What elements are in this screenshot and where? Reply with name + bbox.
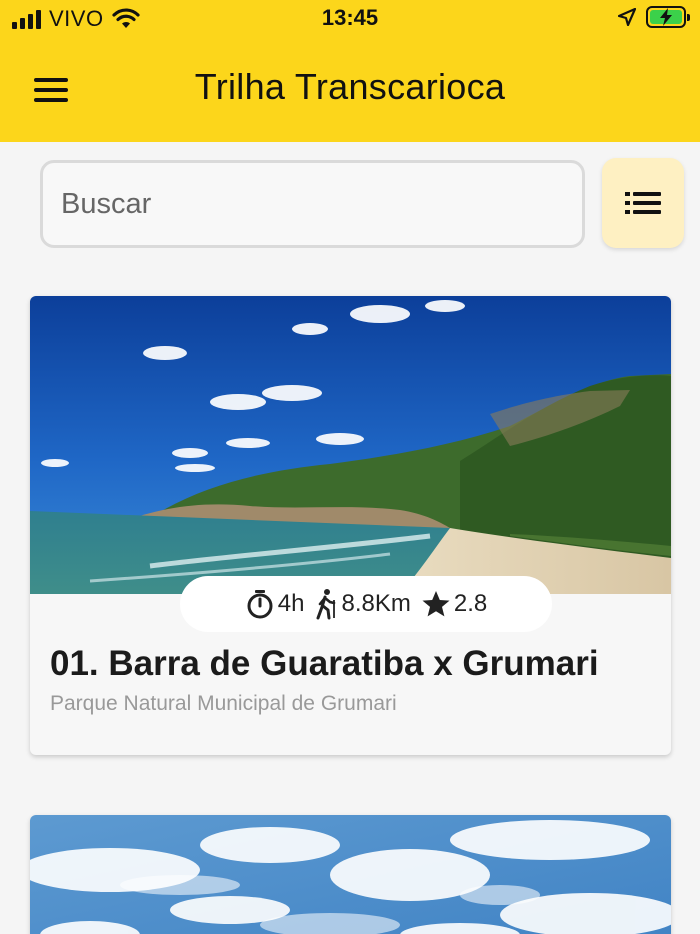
duration-value: 4h [277,590,305,617]
trail-photo [30,815,671,934]
charging-bolt-icon [660,8,672,26]
search-input[interactable] [61,187,564,221]
distance-stat: 8.8Km [314,588,411,620]
app-header: VIVO 13:45 Trilha Transcarioca [0,0,700,142]
list-view-button[interactable] [602,158,684,248]
trail-card[interactable] [30,815,671,934]
status-right [618,6,690,28]
trail-card[interactable]: 4h 8.8Km 2.8 01. Barra de Guaratiba x Gr… [30,296,671,755]
list-view-icon [625,192,661,214]
rating-stat: 2.8 [421,589,487,619]
battery-icon [646,6,690,28]
page-title: Trilha Transcarioca [194,66,506,107]
stopwatch-icon [247,590,273,619]
hiker-icon [316,589,336,620]
star-icon [422,591,450,617]
rating-value: 2.8 [453,590,488,617]
status-time: 13:45 [321,5,379,30]
search-field[interactable] [40,160,585,248]
duration-stat: 4h [245,589,305,619]
trail-stats: 4h 8.8Km 2.8 [180,576,552,632]
trail-subtitle: Parque Natural Municipal de Grumari [50,692,397,715]
distance-value: 8.8Km [341,590,411,617]
trail-title: 01. Barra de Guaratiba x Grumari [50,644,599,683]
battery-level [650,8,682,26]
trail-photo [30,296,671,594]
location-arrow-icon [618,8,636,26]
status-bar: VIVO 13:45 [0,0,700,40]
